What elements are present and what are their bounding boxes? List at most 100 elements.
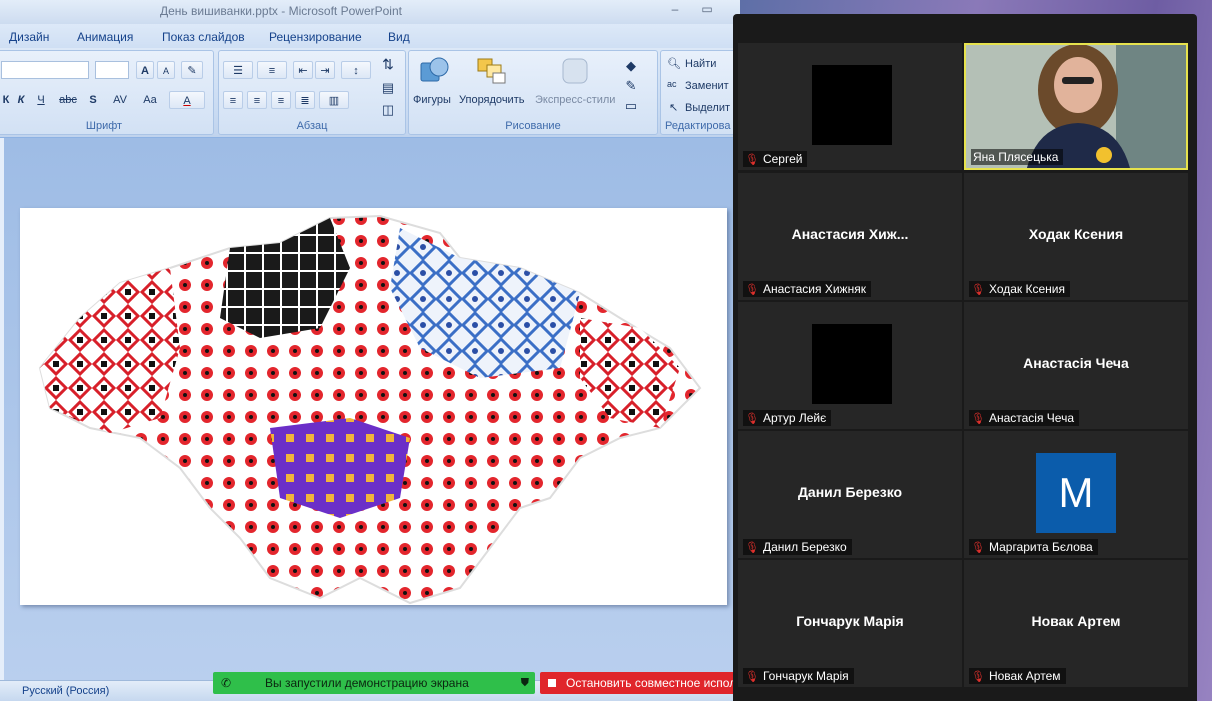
- paragraph-group: ☰ ≡ ⇤ ⇥ ↕ ⇅ ≡ ≡ ≡ ≣ ▥ ▤ ◫ Абзац: [218, 50, 406, 135]
- font-size-field[interactable]: [95, 61, 129, 79]
- drawing-group-label: Рисование: [505, 120, 561, 132]
- char-spacing-button[interactable]: AV: [107, 91, 133, 109]
- window-title: День вишиванки.pptx - Microsoft PowerPoi…: [160, 4, 402, 18]
- font-group-label: Шрифт: [85, 120, 123, 132]
- phone-icon: ✆: [221, 676, 232, 690]
- shapes-icon[interactable]: [417, 55, 451, 89]
- powerpoint-window: День вишиванки.pptx - Microsoft PowerPoi…: [0, 0, 750, 701]
- share-status-text: Вы запустили демонстрацию экрана: [265, 676, 469, 690]
- avatar: M: [1036, 453, 1116, 533]
- mic-muted-icon: 🎙︎: [745, 671, 759, 683]
- select-icon[interactable]: ↖: [669, 101, 678, 114]
- arrange-icon[interactable]: [475, 55, 509, 89]
- participant-caption: Яна Плясецька: [971, 149, 1064, 165]
- participant-caption: 🎙︎ Артур Лейє: [743, 410, 832, 426]
- slide[interactable]: [20, 208, 727, 605]
- italic-button[interactable]: К: [0, 91, 13, 109]
- zoom-gallery-window: 🎙︎ Сергей Яна Плясецька Анастасия Хиж... …: [733, 14, 1197, 701]
- camera-off-placeholder: [812, 65, 892, 145]
- justify-icon[interactable]: ≣: [295, 91, 315, 109]
- mic-muted-icon: 🎙︎: [971, 284, 985, 296]
- find-button[interactable]: Найти: [685, 58, 716, 70]
- participant-caption: 🎙︎ Маргарита Бєлова: [969, 539, 1098, 555]
- font-group: A A ✎ К К Ч abc S AV Aa A Шрифт: [0, 50, 214, 135]
- mic-muted-icon: 🎙︎: [745, 154, 759, 166]
- mic-muted-icon: 🎙︎: [745, 413, 759, 425]
- grow-font-button[interactable]: A: [136, 61, 154, 79]
- shield-icon: ⛊: [520, 677, 529, 689]
- participant-caption: 🎙︎ Сергей: [743, 151, 808, 167]
- participant-caption: 🎙︎ Гончарук Марія: [743, 668, 854, 684]
- participant-tile[interactable]: Анастасия Хиж... 🎙︎ Анастасия Хижняк: [738, 173, 962, 300]
- strikethrough-button[interactable]: abc: [55, 91, 81, 109]
- shadow-button[interactable]: S: [85, 91, 101, 109]
- title-bar: День вишиванки.pptx - Microsoft PowerPoi…: [0, 0, 740, 24]
- participant-tile[interactable]: Данил Березко 🎙︎ Данил Березко: [738, 431, 962, 558]
- increase-indent-icon[interactable]: ⇥: [315, 61, 335, 79]
- drawing-group: Фигуры Упорядочить Экспресс-стили ◆ ✎ ▭ …: [408, 50, 658, 135]
- outline-icon[interactable]: ✎: [621, 77, 641, 95]
- align-center-icon[interactable]: ≡: [247, 91, 267, 109]
- change-case-button[interactable]: Aa: [137, 91, 163, 109]
- underline-button[interactable]: Ч: [33, 91, 49, 109]
- paragraph-group-label: Абзац: [296, 120, 328, 132]
- slide-workspace: [0, 138, 740, 680]
- tab-slideshow[interactable]: Показ слайдов: [162, 30, 245, 44]
- mic-muted-icon: 🎙︎: [745, 542, 759, 554]
- participant-tile[interactable]: M 🎙︎ Маргарита Бєлова: [964, 431, 1188, 558]
- columns-icon[interactable]: ▥: [319, 91, 349, 109]
- fill-icon[interactable]: ◆: [621, 57, 641, 75]
- camera-off-placeholder: [812, 324, 892, 404]
- participant-tile[interactable]: Гончарук Марія 🎙︎ Гончарук Марія: [738, 560, 962, 687]
- shrink-font-button[interactable]: A: [157, 61, 175, 79]
- stop-share-button[interactable]: Остановить совместное испол: [540, 672, 740, 694]
- tab-view[interactable]: Вид: [388, 30, 410, 44]
- line-spacing-icon[interactable]: ↕: [341, 61, 371, 79]
- quick-styles-label[interactable]: Экспресс-стили: [535, 94, 615, 106]
- participant-tile[interactable]: Анастасія Чеча 🎙︎ Анастасія Чеча: [964, 302, 1188, 429]
- maximize-button[interactable]: ▭: [694, 2, 720, 20]
- replace-icon[interactable]: ac: [667, 79, 677, 89]
- italic-k-button[interactable]: К: [13, 91, 29, 109]
- tab-animation[interactable]: Анимация: [77, 30, 133, 44]
- participant-tile[interactable]: 🎙︎ Артур Лейє: [738, 302, 962, 429]
- mic-muted-icon: 🎙︎: [745, 284, 759, 296]
- participant-caption: 🎙︎ Анастасия Хижняк: [743, 281, 871, 297]
- replace-button[interactable]: Заменит: [685, 80, 729, 92]
- mic-muted-icon: 🎙︎: [971, 542, 985, 554]
- participant-tile[interactable]: Новак Артем 🎙︎ Новак Артем: [964, 560, 1188, 687]
- align-left-icon[interactable]: ≡: [223, 91, 243, 109]
- select-button[interactable]: Выделит: [685, 102, 730, 114]
- embroidered-ukraine-map-image: [38, 214, 702, 605]
- participant-tile[interactable]: 🎙︎ Сергей: [738, 43, 962, 170]
- stop-icon: [548, 679, 556, 687]
- decrease-indent-icon[interactable]: ⇤: [293, 61, 313, 79]
- minimize-button[interactable]: –: [662, 2, 688, 20]
- tab-design[interactable]: Дизайн: [9, 30, 49, 44]
- bullets-icon[interactable]: ☰: [223, 61, 253, 79]
- find-icon[interactable]: 🔍︎: [667, 57, 681, 70]
- effects-icon[interactable]: ▭: [621, 97, 641, 115]
- mic-muted-icon: 🎙︎: [971, 671, 985, 683]
- text-direction-icon[interactable]: ⇅: [375, 55, 401, 73]
- tab-review[interactable]: Рецензирование: [269, 30, 362, 44]
- participant-caption: 🎙︎ Данил Березко: [743, 539, 852, 555]
- participant-caption: 🎙︎ Анастасія Чеча: [969, 410, 1080, 426]
- font-name-field[interactable]: [1, 61, 89, 79]
- participant-tile-active-speaker[interactable]: Яна Плясецька: [964, 43, 1188, 170]
- align-text-icon[interactable]: ▤: [375, 79, 401, 97]
- numbering-icon[interactable]: ≡: [257, 61, 287, 79]
- font-color-button[interactable]: A: [169, 91, 205, 109]
- ribbon-tabs: Дизайн Анимация Показ слайдов Рецензиров…: [0, 24, 740, 48]
- stop-share-label: Остановить совместное испол: [566, 676, 737, 690]
- shapes-label[interactable]: Фигуры: [413, 94, 451, 106]
- ribbon: A A ✎ К К Ч abc S AV Aa A Шрифт ☰ ≡ ⇤ ⇥ …: [0, 48, 750, 138]
- arrange-label[interactable]: Упорядочить: [459, 94, 524, 106]
- participant-tile[interactable]: Ходак Ксения 🎙︎ Ходак Ксения: [964, 173, 1188, 300]
- align-right-icon[interactable]: ≡: [271, 91, 291, 109]
- participant-caption: 🎙︎ Новак Артем: [969, 668, 1066, 684]
- clear-format-icon[interactable]: ✎: [181, 61, 203, 79]
- language-indicator[interactable]: Русский (Россия): [22, 685, 109, 697]
- smartart-icon[interactable]: ◫: [375, 101, 401, 119]
- quick-styles-icon[interactable]: [559, 55, 593, 89]
